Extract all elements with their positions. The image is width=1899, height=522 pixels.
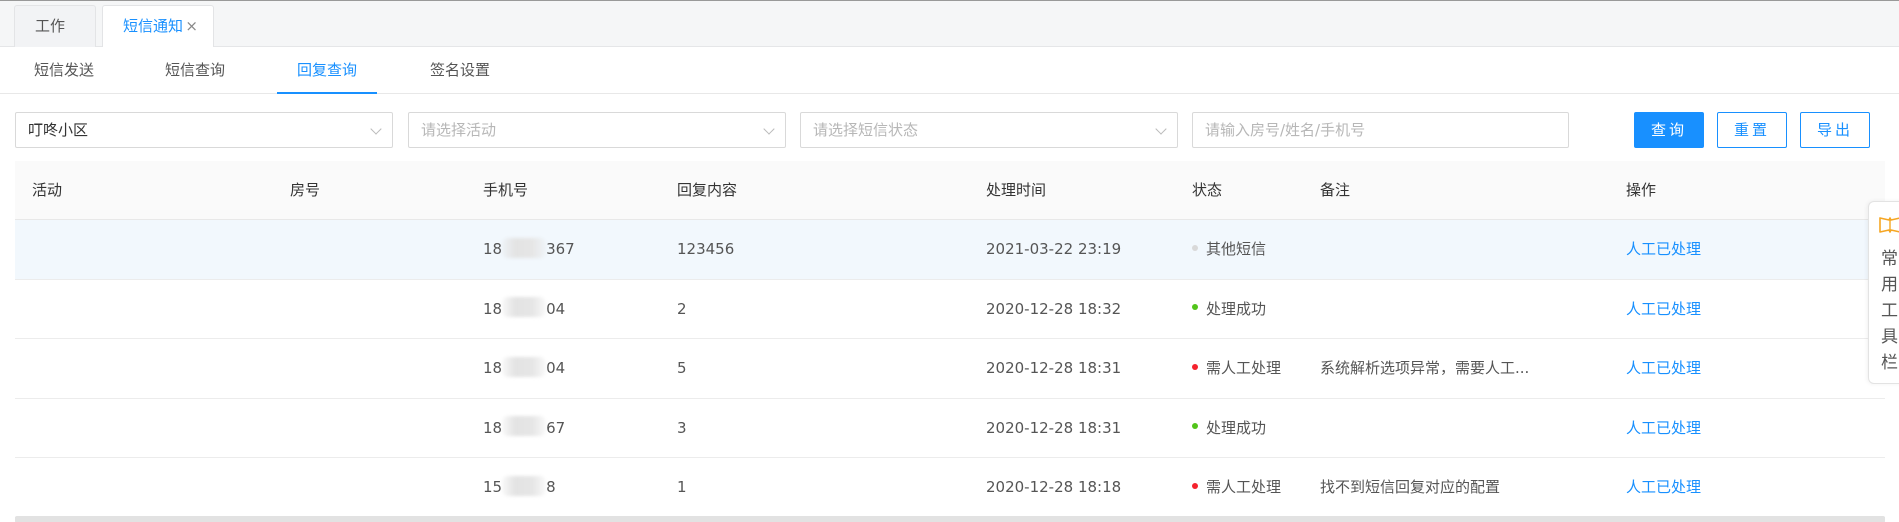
- phone-prefix: 15: [483, 478, 503, 496]
- chevron-down-icon: [1155, 123, 1167, 135]
- column-header-action: 操作: [1626, 181, 1657, 199]
- community-select[interactable]: 叮咚小区: [15, 112, 393, 148]
- status-dot: [1192, 423, 1198, 429]
- tab-workbench[interactable]: 工作台: [14, 5, 96, 75]
- table-row: 15 8 1 2020-12-28 18:18 需人工处理 找不到短信回复对应的配…: [15, 458, 1885, 518]
- cell-phone: 18 04: [483, 339, 565, 397]
- export-button[interactable]: 导出: [1800, 112, 1870, 148]
- manually-processed-link[interactable]: 人工已处理: [1626, 280, 1701, 338]
- status-dot: [1192, 244, 1198, 251]
- phone-mask: [502, 297, 547, 317]
- cell-note: 系统解析选项异常，需要人工...: [1320, 359, 1530, 377]
- horizontal-scrollbar[interactable]: [15, 516, 1885, 522]
- phone-suffix: 04: [546, 299, 566, 318]
- cell-reply-content: 3: [677, 418, 687, 437]
- column-header-room: 房号: [290, 181, 321, 199]
- column-header-reply-content: 回复内容: [677, 181, 738, 199]
- column-header-activity: 活动: [32, 181, 63, 199]
- tab-sms-notice[interactable]: 短信通知 ×: [102, 5, 214, 48]
- tab-sms-notice-label: 短信通知: [123, 17, 184, 35]
- cell-status: 需人工处理: [1192, 458, 1281, 516]
- reset-button[interactable]: 重置: [1717, 112, 1787, 148]
- cell-reply-content: 5: [677, 359, 687, 377]
- cell-process-time: 2020-12-28 18:31: [986, 359, 1122, 377]
- top-tab-bar: 工作台 短信通知 ×: [0, 1, 1899, 75]
- cell-status: 处理成功: [1192, 280, 1266, 338]
- community-select-value: 叮咚小区: [28, 121, 89, 139]
- cell-reply-content: 123456: [677, 240, 735, 258]
- phone-suffix: 367: [546, 240, 575, 258]
- common-tools-label: 常用工具栏: [1881, 249, 1898, 373]
- activity-select-placeholder: 请选择活动: [421, 121, 497, 139]
- cell-process-time: 2020-12-28 18:32: [986, 299, 1122, 318]
- cell-phone: 18 04: [483, 280, 565, 338]
- close-icon[interactable]: ×: [185, 6, 198, 46]
- status-text: 需人工处理: [1206, 478, 1282, 496]
- phone-suffix: 8: [546, 478, 556, 496]
- phone-mask: [502, 356, 547, 377]
- cell-status: 其他短信: [1192, 220, 1266, 278]
- table-row: 18 04 2 2020-12-28 18:32 处理成功 人工已处理: [15, 280, 1885, 339]
- column-header-process-time: 处理时间: [986, 181, 1047, 199]
- sub-tab-bar: 短信发送 短信查询 回复查询 签名设置: [0, 47, 1899, 94]
- manually-processed-link[interactable]: 人工已处理: [1626, 458, 1701, 516]
- status-text: 处理成功: [1206, 299, 1267, 318]
- tab-signature-settings[interactable]: 签名设置: [410, 47, 510, 94]
- phone-prefix: 18: [483, 299, 503, 318]
- sms-status-select-placeholder: 请选择短信状态: [813, 121, 919, 139]
- cell-reply-content: 1: [677, 478, 687, 496]
- activity-select[interactable]: 请选择活动: [408, 112, 786, 148]
- query-button[interactable]: 查询: [1634, 112, 1704, 148]
- manually-processed-link[interactable]: 人工已处理: [1626, 339, 1701, 397]
- phone-prefix: 18: [483, 240, 503, 258]
- column-header-status: 状态: [1192, 181, 1223, 199]
- cell-phone: 18 67: [483, 399, 565, 457]
- cell-reply-content: 2: [677, 299, 687, 318]
- column-header-phone: 手机号: [483, 181, 529, 199]
- book-icon: [1879, 216, 1899, 238]
- cell-process-time: 2021-03-22 23:19: [986, 240, 1122, 258]
- cell-status: 需人工处理: [1192, 339, 1281, 397]
- table-header: 活动 房号 手机号 回复内容 处理时间 状态 备注 操作: [15, 161, 1885, 220]
- cell-note: 找不到短信回复对应的配置: [1320, 478, 1501, 496]
- cell-status: 处理成功: [1192, 399, 1266, 457]
- phone-prefix: 18: [483, 418, 503, 437]
- phone-suffix: 04: [546, 359, 566, 377]
- phone-mask: [502, 416, 547, 436]
- table-row: 18 67 3 2020-12-28 18:31 处理成功 人工已处理: [15, 399, 1885, 458]
- page: 工作台 短信通知 × 短信发送 短信查询 回复查询 签名设置 叮咚小区 请选择活…: [0, 0, 1899, 522]
- chevron-down-icon: [370, 123, 382, 135]
- table-row: 18 367 123456 2021-03-22 23:19 其他短信 人工已处理: [15, 220, 1885, 280]
- status-text: 其他短信: [1206, 240, 1267, 258]
- tab-sms-query[interactable]: 短信查询: [145, 47, 245, 94]
- tab-reply-query[interactable]: 回复查询: [277, 47, 377, 94]
- chevron-down-icon: [763, 123, 775, 135]
- search-input[interactable]: [1192, 112, 1569, 148]
- manually-processed-link[interactable]: 人工已处理: [1626, 399, 1701, 457]
- cell-phone: 18 367: [483, 220, 575, 278]
- phone-mask: [502, 475, 547, 496]
- phone-suffix: 67: [546, 418, 566, 437]
- column-header-note: 备注: [1320, 181, 1351, 199]
- reply-table: 活动 房号 手机号 回复内容 处理时间 状态 备注 操作 18 367 12345…: [15, 161, 1885, 518]
- status-text: 需人工处理: [1206, 359, 1282, 377]
- sms-status-select[interactable]: 请选择短信状态: [800, 112, 1178, 148]
- status-text: 处理成功: [1206, 418, 1267, 437]
- status-dot: [1192, 363, 1198, 370]
- cell-process-time: 2020-12-28 18:31: [986, 418, 1122, 437]
- status-dot: [1192, 304, 1198, 310]
- cell-phone: 15 8: [483, 458, 556, 516]
- phone-mask: [502, 237, 547, 258]
- tab-sms-send[interactable]: 短信发送: [14, 47, 114, 94]
- common-tools-toolbar[interactable]: 常用工具栏: [1868, 201, 1899, 384]
- manually-processed-link[interactable]: 人工已处理: [1626, 220, 1701, 278]
- status-dot: [1192, 482, 1198, 489]
- phone-prefix: 18: [483, 359, 503, 377]
- cell-process-time: 2020-12-28 18:18: [986, 478, 1122, 496]
- table-row: 18 04 5 2020-12-28 18:31 需人工处理 系统解析选项异常，需…: [15, 339, 1885, 399]
